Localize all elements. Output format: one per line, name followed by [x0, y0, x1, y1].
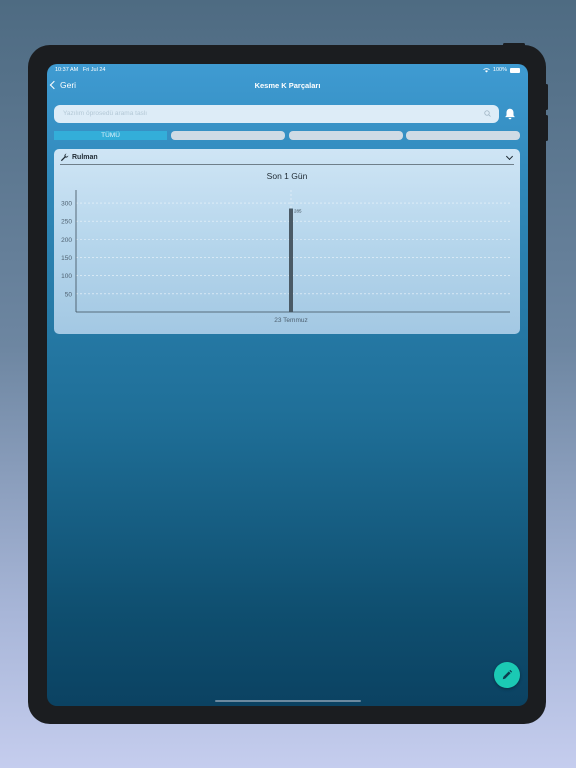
y-tick-label: 300	[61, 201, 72, 208]
usage-chart: Son 1 Gün 50 100 150 200 250 300 285 23 Temmuz	[61, 171, 510, 324]
chevron-down-icon[interactable]	[505, 152, 514, 161]
card-header[interactable]: Rulman	[60, 152, 514, 165]
tab-3[interactable]	[289, 131, 403, 140]
search-input[interactable]: Yazılım öprosedü arama taslı	[54, 105, 499, 123]
volume-button	[545, 84, 548, 110]
y-tick-label: 150	[61, 255, 72, 262]
page-title: Kesme K Parçaları	[254, 81, 321, 90]
status-date: Fri Jul 24	[82, 67, 106, 73]
search-icon[interactable]	[483, 109, 493, 119]
app-screen: 10:37 AM Fri Jul 24 100% Geri Kesme K Pa…	[47, 64, 528, 706]
chart-title: Son 1 Gün	[267, 171, 308, 181]
navigation-bar: Geri Kesme K Parçaları	[47, 78, 528, 94]
tab-2[interactable]	[171, 131, 285, 140]
x-tick-label: 23 Temmuz	[274, 317, 307, 324]
bar	[289, 208, 293, 312]
pencil-icon	[502, 669, 513, 680]
wifi-icon	[483, 67, 490, 72]
status-time: 10:37 AM	[55, 67, 79, 73]
battery-icon	[510, 67, 520, 73]
status-bar: 10:37 AM Fri Jul 24 100%	[47, 64, 528, 76]
y-tick-label: 100	[61, 273, 72, 280]
bell-icon[interactable]	[503, 107, 517, 121]
y-tick-label: 250	[61, 219, 72, 226]
part-card: Rulman Son 1 Gün 50 100 150 200 250 300 285 23 T…	[54, 149, 520, 334]
y-tick-label: 200	[61, 237, 72, 244]
tab-all[interactable]: TÜMÜ	[54, 131, 167, 140]
edit-fab-button[interactable]	[494, 662, 520, 688]
data-label: 285	[294, 209, 302, 214]
card-title: Rulman	[72, 154, 98, 161]
top-button	[503, 43, 525, 46]
wrench-icon	[60, 153, 69, 162]
home-indicator	[215, 700, 361, 702]
tab-4[interactable]	[406, 131, 520, 140]
segment-tabs: TÜMÜ	[54, 131, 521, 142]
volume-button	[545, 115, 548, 141]
search-placeholder: Yazılım öprosedü arama taslı	[63, 110, 148, 117]
battery-percent: 100%	[492, 67, 507, 73]
y-tick-label: 50	[65, 291, 73, 298]
